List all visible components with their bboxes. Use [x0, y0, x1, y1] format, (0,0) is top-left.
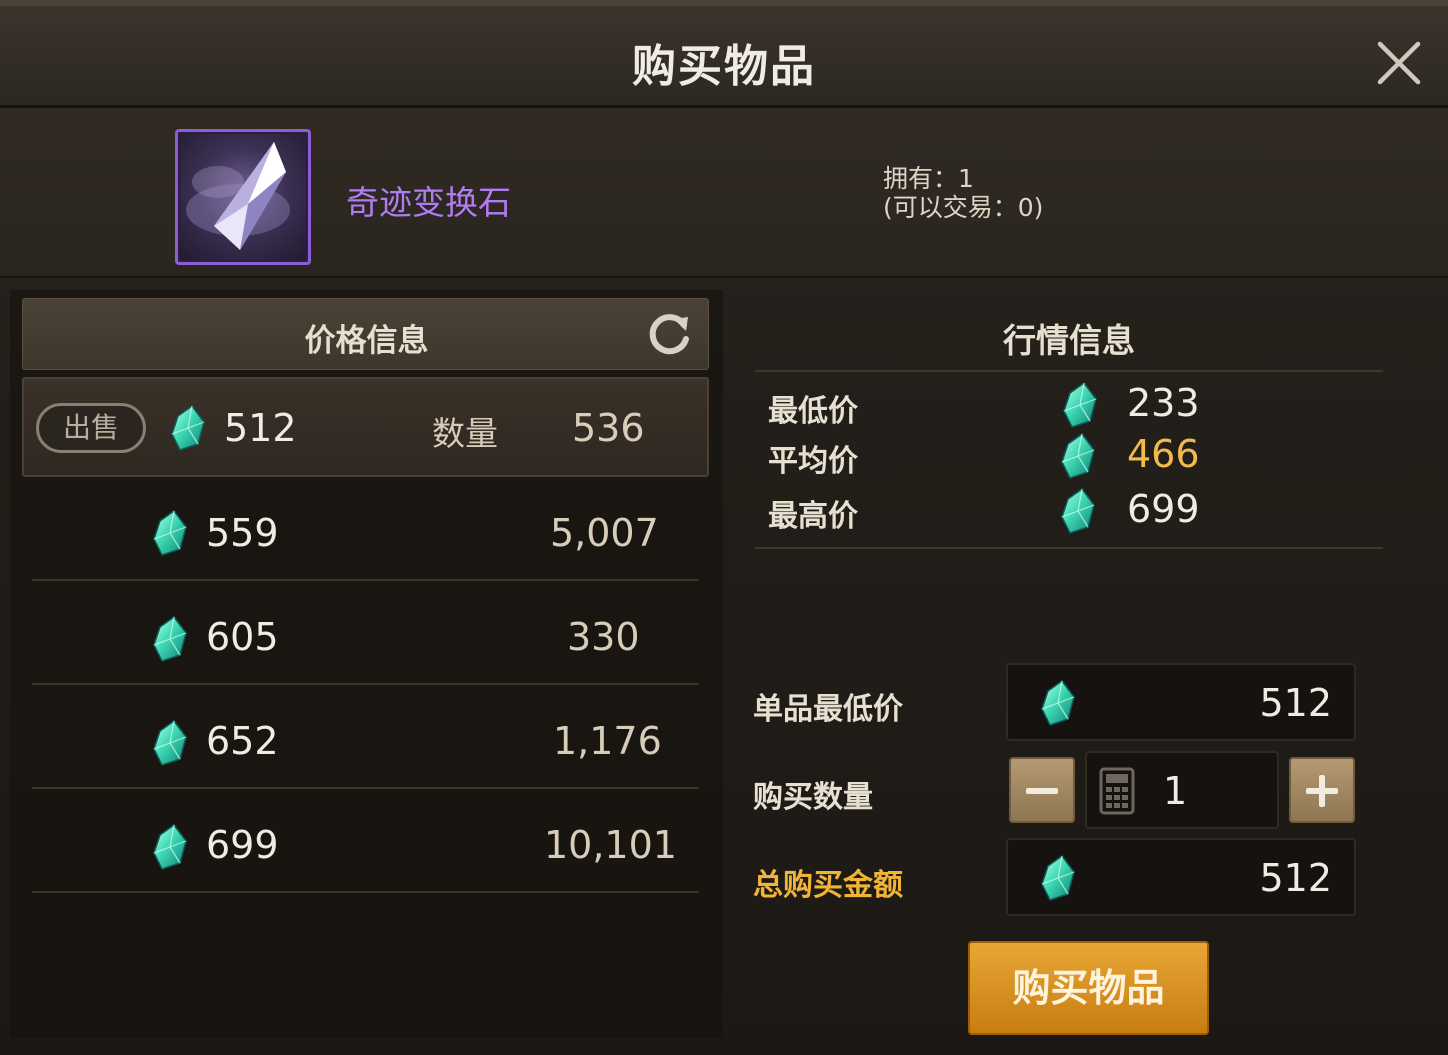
price-info-title: 价格信息	[304, 323, 429, 359]
item-icon	[175, 129, 311, 265]
quantity-label: 数量	[432, 414, 498, 453]
total-amount-label: 总购买金额	[753, 868, 903, 903]
gem-icon	[150, 719, 190, 767]
gem-icon	[1058, 487, 1098, 535]
calculator-icon[interactable]	[1099, 767, 1135, 815]
purchase-quantity-label: 购买数量	[753, 780, 873, 815]
close-icon[interactable]	[1376, 40, 1422, 86]
listing-row[interactable]: 出售 512 数量 536	[22, 377, 709, 477]
divider	[755, 370, 1383, 372]
gem-icon	[1058, 432, 1098, 480]
gem-icon	[1038, 854, 1078, 902]
gem-icon	[150, 823, 190, 871]
total-amount-value: 512	[1259, 856, 1332, 900]
tradable-label: (可以交易：0)	[883, 193, 1044, 222]
avg-price-value: 466	[1127, 432, 1200, 476]
owned-count: 拥有：1 (可以交易：0)	[883, 164, 1043, 222]
title-bar: 购买物品	[0, 0, 1448, 108]
listing-quantity: 10,101	[544, 823, 677, 867]
unit-min-price-value: 512	[1259, 681, 1332, 725]
buy-item-dialog: 购买物品 奇迹变换石 拥有：1 (可以交易：0) 价格信息 出售 512 数量 …	[0, 0, 1448, 1055]
listing-price: 652	[206, 719, 279, 763]
listing-quantity: 330	[567, 615, 640, 659]
listing-row[interactable]: 652 1,176	[22, 689, 709, 789]
buy-button[interactable]: 购买物品	[968, 941, 1209, 1035]
gem-icon	[150, 615, 190, 663]
gem-icon	[1060, 381, 1100, 429]
row-divider	[32, 787, 699, 789]
market-info-title: 行情信息	[1003, 321, 1135, 360]
price-info-header: 价格信息	[22, 298, 709, 370]
decrease-button[interactable]	[1009, 757, 1075, 823]
owned-label: 拥有：1	[883, 164, 974, 193]
sell-button[interactable]: 出售	[36, 403, 146, 453]
quantity-input[interactable]: 1	[1085, 751, 1279, 829]
min-price-label: 最低价	[768, 394, 858, 429]
max-price-value: 699	[1127, 487, 1200, 531]
dialog-title: 购买物品	[632, 41, 816, 92]
gem-icon	[168, 404, 208, 452]
item-name: 奇迹变换石	[346, 183, 511, 222]
gem-icon	[150, 509, 190, 557]
listing-row[interactable]: 699 10,101	[22, 793, 709, 893]
listing-row[interactable]: 605 330	[22, 585, 709, 685]
increase-button[interactable]	[1289, 757, 1355, 823]
gem-icon	[1038, 679, 1078, 727]
listing-row[interactable]: 559 5,007	[22, 481, 709, 581]
unit-min-price-field: 512	[1006, 663, 1356, 741]
plus-icon-vertical	[1319, 775, 1325, 807]
divider	[755, 547, 1383, 549]
listing-price: 559	[206, 511, 279, 555]
total-amount-field: 512	[1006, 838, 1356, 916]
minus-icon	[1026, 788, 1058, 794]
listing-quantity: 536	[572, 406, 645, 450]
max-price-label: 最高价	[768, 499, 858, 534]
quantity-value: 1	[1163, 769, 1188, 813]
item-info: 奇迹变换石 拥有：1 (可以交易：0)	[0, 108, 1448, 278]
avg-price-label: 平均价	[768, 444, 858, 479]
listing-quantity: 1,176	[553, 719, 662, 763]
listing-price: 605	[206, 615, 279, 659]
row-divider	[32, 683, 699, 685]
min-price-value: 233	[1127, 381, 1200, 425]
row-divider	[32, 579, 699, 581]
listing-price: 512	[224, 406, 297, 450]
listing-quantity: 5,007	[550, 511, 659, 555]
refresh-icon[interactable]	[644, 309, 694, 359]
unit-min-price-label: 单品最低价	[753, 692, 903, 727]
row-divider	[32, 891, 699, 893]
listing-price: 699	[206, 823, 279, 867]
